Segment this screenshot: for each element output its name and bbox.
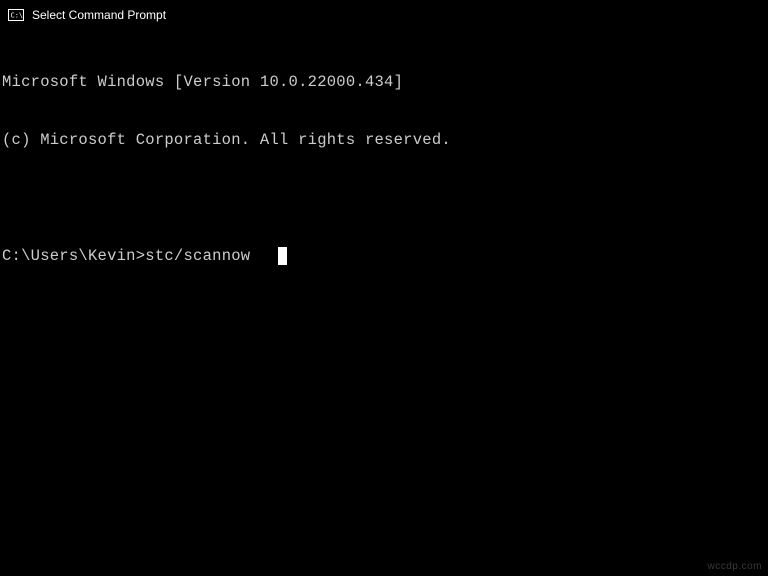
cmd-icon: C:\ xyxy=(8,7,24,23)
version-line: Microsoft Windows [Version 10.0.22000.43… xyxy=(2,73,766,92)
window-title: Select Command Prompt xyxy=(32,8,166,22)
watermark: wccdp.com xyxy=(707,561,762,572)
command-text: stc/scannow xyxy=(145,247,250,266)
copyright-line: (c) Microsoft Corporation. All rights re… xyxy=(2,131,766,150)
window-titlebar[interactable]: C:\ Select Command Prompt xyxy=(0,0,768,30)
prompt-path: C:\Users\Kevin> xyxy=(2,247,145,266)
blank-line xyxy=(2,189,766,208)
terminal-output[interactable]: Microsoft Windows [Version 10.0.22000.43… xyxy=(0,30,768,290)
svg-text:C:\: C:\ xyxy=(11,12,24,20)
prompt-line[interactable]: C:\Users\Kevin>stc/scannow xyxy=(2,247,766,266)
cursor xyxy=(278,247,287,265)
